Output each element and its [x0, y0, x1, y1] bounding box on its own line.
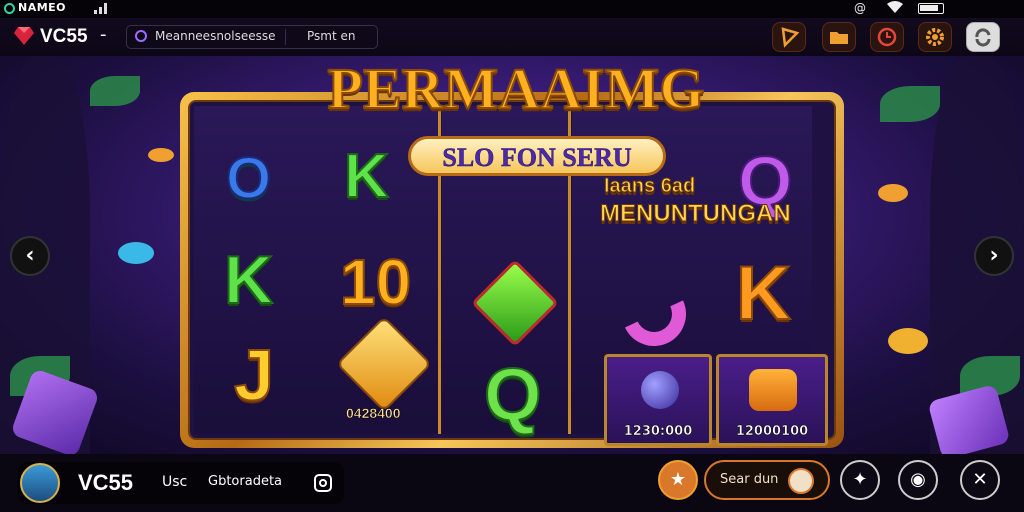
- search-icon: [135, 30, 147, 42]
- favorite-button[interactable]: ✦: [840, 460, 880, 500]
- fruit-icon: [749, 369, 797, 411]
- star-icon: ★: [669, 469, 687, 490]
- avatar[interactable]: [20, 463, 60, 503]
- chevron-left-icon: ‹: [25, 243, 35, 268]
- flag-button[interactable]: [772, 22, 806, 52]
- subtitle-banner: SLO FON SERU: [408, 136, 666, 176]
- game-subtitle: SLO FON SERU: [442, 143, 632, 173]
- search-divider: [285, 29, 286, 45]
- gem-decoration: [118, 242, 154, 264]
- symbol-k: K: [735, 251, 792, 336]
- next-arrow-button[interactable]: ›: [974, 236, 1014, 276]
- logo-separator: -: [100, 24, 107, 45]
- promo-line-2: MENUNTUNGAN: [600, 200, 792, 227]
- share-icon: ✕: [972, 469, 988, 490]
- chevron-right-icon: ›: [989, 243, 999, 268]
- gem-value: 0428400: [346, 405, 401, 421]
- settings-button[interactable]: [918, 22, 952, 52]
- flag-icon: [781, 27, 800, 48]
- game-area: O K J K 10 0428400 Q Q K 1230:000 120001…: [0, 56, 1024, 454]
- brand-pill: VC55 Usc Gbtoradeta: [18, 462, 344, 504]
- coin-decoration: [878, 184, 908, 202]
- refresh-button[interactable]: [966, 22, 1000, 52]
- search-input[interactable]: Meanneesnolseesse: [155, 29, 276, 43]
- coin-decoration: [148, 148, 174, 162]
- search-game-icon: [788, 468, 814, 494]
- bonus-tile-fruit[interactable]: 12000100: [716, 354, 828, 446]
- promo-line-1: Iaans 6ad: [603, 175, 696, 197]
- search-bar[interactable]: Meanneesnolseesse Psmt en: [126, 25, 378, 49]
- at-icon: @: [854, 1, 866, 15]
- status-title: NAMEO: [18, 1, 67, 14]
- star-button[interactable]: ★: [658, 460, 698, 500]
- symbol-k: K: [343, 142, 390, 211]
- gear-icon: [926, 28, 944, 46]
- app-bar: VC55 - Meanneesnolseesse Psmt en: [0, 18, 1024, 56]
- camera-icon[interactable]: [314, 474, 332, 492]
- symbol-k: K: [223, 242, 274, 318]
- provider-name: Gbtoradeta: [208, 474, 283, 489]
- bottom-bar: VC55 Usc Gbtoradeta ★ Sear dun ✦ ◉ ✕: [0, 454, 1024, 512]
- view-button[interactable]: ◉: [898, 460, 938, 500]
- leaf-decoration: [90, 76, 140, 106]
- brand-name: VC55: [78, 470, 134, 495]
- symbol-j: J: [233, 336, 275, 416]
- symbol-q: Q: [483, 353, 543, 436]
- battery-icon: [918, 3, 944, 14]
- folder-icon: [830, 32, 848, 44]
- plum-icon: [641, 371, 679, 409]
- folder-button[interactable]: [822, 22, 856, 52]
- signal-icon: [4, 3, 15, 14]
- bonus-tile-plum[interactable]: 1230:000: [604, 354, 712, 446]
- tile-value: 1230:000: [623, 424, 693, 440]
- leaf-decoration: [880, 86, 940, 122]
- clock-button[interactable]: [870, 22, 904, 52]
- logo-gem-icon: [14, 27, 34, 45]
- previous-arrow-button[interactable]: ‹: [10, 236, 50, 276]
- search-game-label: Sear dun: [720, 472, 779, 487]
- coin-decoration: [888, 328, 928, 354]
- tile-value: 12000100: [735, 424, 809, 440]
- symbol-o: O: [225, 146, 272, 211]
- search-button[interactable]: Psmt en: [307, 29, 355, 43]
- app-logo[interactable]: VC55: [40, 26, 88, 48]
- search-game-button[interactable]: Sear dun: [704, 460, 830, 500]
- share-button[interactable]: ✕: [960, 460, 1000, 500]
- game-title: PERMAAIMG: [327, 56, 706, 121]
- refresh-icon: [975, 28, 991, 47]
- clock-icon: [877, 27, 897, 47]
- symbol-10: 10: [339, 246, 412, 318]
- signal-bars-icon: [94, 3, 112, 14]
- eye-icon: ◉: [910, 469, 926, 490]
- star-outline-icon: ✦: [852, 469, 868, 490]
- status-bar: NAMEO @: [0, 0, 1024, 18]
- brand-label: Usc: [162, 474, 188, 490]
- wifi-icon: [886, 0, 904, 17]
